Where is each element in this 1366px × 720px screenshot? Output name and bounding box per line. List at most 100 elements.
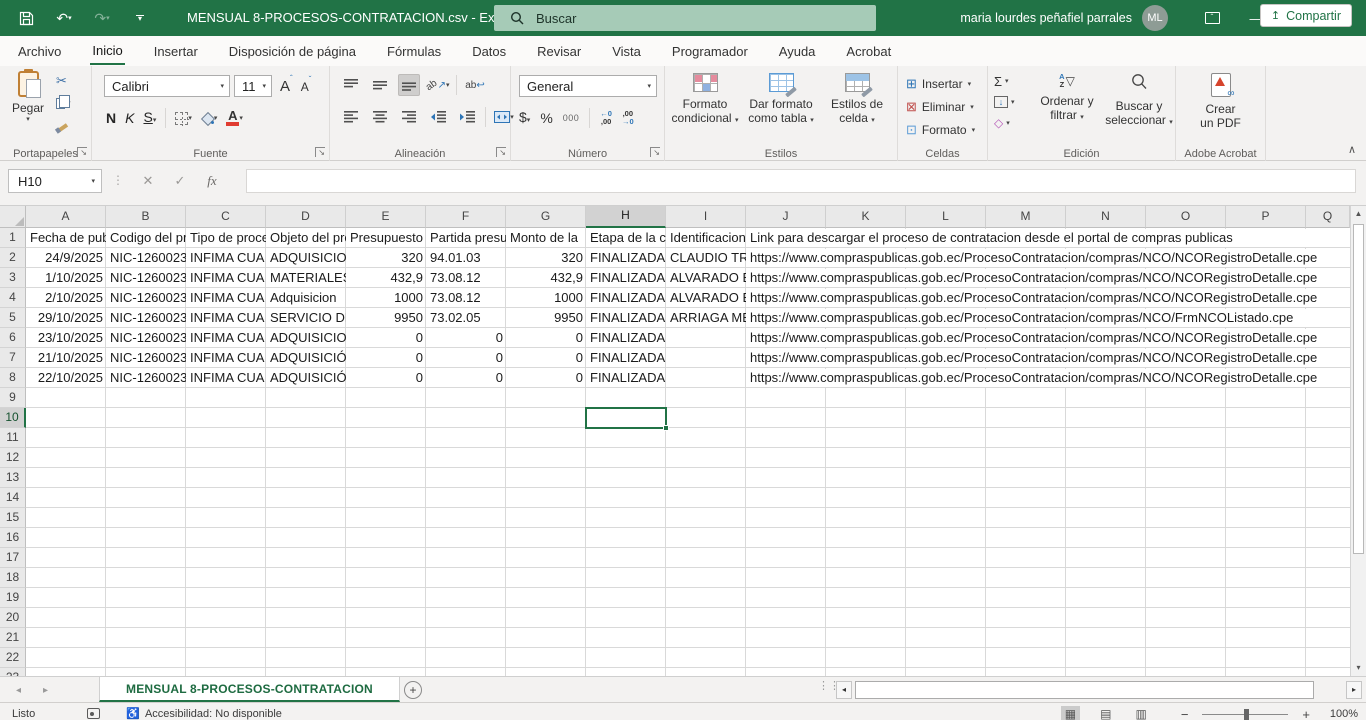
row-header-4[interactable]: 4 — [0, 288, 26, 308]
dialog-launcher-icon[interactable]: ↘ — [315, 147, 325, 157]
row-header-9[interactable]: 9 — [0, 388, 26, 408]
align-right-button[interactable] — [398, 106, 420, 128]
cell-B1[interactable]: Codigo del proceso — [107, 229, 186, 247]
insert-cells-button[interactable]: ⊞Insertar▾ — [898, 72, 987, 95]
zoom-in-button[interactable]: + — [1302, 707, 1310, 720]
cell-D3[interactable]: MATERIALES — [267, 269, 346, 287]
cell-F1[interactable]: Partida presupuestaria — [427, 229, 506, 247]
borders-button[interactable]: ▾ — [175, 112, 192, 125]
cell-J6[interactable]: https://www.compraspublicas.gob.ec/Proce… — [747, 329, 1349, 347]
save-button[interactable] — [16, 8, 36, 28]
tab-programador[interactable]: Programador — [670, 39, 750, 64]
row-header-7[interactable]: 7 — [0, 348, 26, 368]
cell-G8[interactable]: 0 — [507, 369, 586, 387]
find-select-button[interactable]: Buscar y seleccionar ▾ — [1104, 71, 1174, 130]
column-header-K[interactable]: K — [826, 206, 906, 228]
zoom-slider-thumb[interactable] — [1244, 709, 1249, 720]
user-name[interactable]: maria lourdes peñafiel parrales — [960, 11, 1132, 25]
row-header-1[interactable]: 1 — [0, 228, 26, 248]
add-sheet-button[interactable]: + — [404, 681, 422, 699]
cell-B4[interactable]: NIC-1260023 — [107, 289, 186, 307]
cell-D1[interactable]: Objeto del proceso — [267, 229, 346, 247]
cut-button[interactable]: ✂ — [56, 72, 71, 90]
cell-J3[interactable]: https://www.compraspublicas.gob.ec/Proce… — [747, 269, 1349, 287]
row-header-5[interactable]: 5 — [0, 308, 26, 328]
cell-B2[interactable]: NIC-1260023 — [107, 249, 186, 267]
increase-decimal-button[interactable]: ←0,00 — [600, 110, 612, 126]
italic-button[interactable]: K — [125, 110, 134, 126]
fill-handle[interactable] — [663, 425, 669, 431]
view-page-layout-button[interactable]: ▤ — [1096, 706, 1115, 720]
cell-D6[interactable]: ADQUISICION — [267, 329, 346, 347]
cell-A5[interactable]: 29/10/2025 — [27, 309, 106, 327]
cell-D4[interactable]: Adquisicion — [267, 289, 346, 307]
zoom-out-button[interactable]: − — [1181, 707, 1189, 720]
cell-G4[interactable]: 1000 — [507, 289, 586, 307]
cell-E5[interactable]: 9950 — [347, 309, 426, 327]
number-format-select[interactable]: General▾ — [519, 75, 657, 97]
cell-B3[interactable]: NIC-1260023 — [107, 269, 186, 287]
increase-indent-button[interactable] — [456, 106, 478, 128]
row-header-12[interactable]: 12 — [0, 448, 26, 468]
align-middle-button[interactable] — [369, 74, 391, 96]
font-name-select[interactable]: Calibri▾ — [104, 75, 230, 97]
zoom-slider[interactable] — [1202, 714, 1288, 715]
cell-C6[interactable]: INFIMA CUA — [187, 329, 266, 347]
cell-D7[interactable]: ADQUISICIÓN — [267, 349, 346, 367]
dialog-launcher-icon[interactable]: ↘ — [77, 147, 87, 157]
cell-D5[interactable]: SERVICIO DE — [267, 309, 346, 327]
row-header-2[interactable]: 2 — [0, 248, 26, 268]
cell-A4[interactable]: 2/10/2025 — [27, 289, 106, 307]
cell-F2[interactable]: 94.01.03 — [427, 249, 506, 267]
row-header-3[interactable]: 3 — [0, 268, 26, 288]
cell-B8[interactable]: NIC-1260023 — [107, 369, 186, 387]
column-header-P[interactable]: P — [1226, 206, 1306, 228]
vertical-scrollbar[interactable]: ▲ ▾ — [1350, 206, 1366, 676]
cell-H2[interactable]: FINALIZADA — [587, 249, 666, 267]
row-header-17[interactable]: 17 — [0, 548, 26, 568]
enter-formula-button[interactable]: ✓ — [164, 173, 196, 189]
cell-I1[interactable]: Identificacion — [667, 229, 746, 247]
accounting-format-button[interactable]: $▾ — [519, 109, 530, 127]
align-center-button[interactable] — [369, 106, 391, 128]
horizontal-scroll-thumb[interactable] — [855, 681, 1314, 699]
cell-J1[interactable]: Link para descargar el proceso de contra… — [747, 229, 1349, 247]
row-header-19[interactable]: 19 — [0, 588, 26, 608]
sort-filter-button[interactable]: AZ▽ Ordenar y filtrar ▾ — [1032, 71, 1102, 125]
redo-button[interactable]: ↷▾ — [92, 8, 112, 28]
row-header-13[interactable]: 13 — [0, 468, 26, 488]
cell-A8[interactable]: 22/10/2025 — [27, 369, 106, 387]
cell-H5[interactable]: FINALIZADA — [587, 309, 666, 327]
cell-B6[interactable]: NIC-1260023 — [107, 329, 186, 347]
cell-C7[interactable]: INFIMA CUA — [187, 349, 266, 367]
tab-archivo[interactable]: Archivo — [16, 39, 63, 64]
cell-H7[interactable]: FINALIZADA — [587, 349, 666, 367]
cell-F5[interactable]: 73.02.05 — [427, 309, 506, 327]
column-header-G[interactable]: G — [506, 206, 586, 228]
cell-C5[interactable]: INFIMA CUA — [187, 309, 266, 327]
clear-button[interactable]: ◇▾ — [994, 114, 1015, 132]
row-header-10[interactable]: 10 — [0, 408, 26, 428]
align-bottom-button[interactable] — [398, 74, 420, 96]
delete-cells-button[interactable]: ⊠Eliminar▾ — [898, 95, 987, 118]
cell-H6[interactable]: FINALIZADA — [587, 329, 666, 347]
cell-A6[interactable]: 23/10/2025 — [27, 329, 106, 347]
paste-button[interactable]: Pegar ▾ — [4, 71, 52, 123]
cell-E1[interactable]: Presupuesto — [347, 229, 426, 247]
cell-A7[interactable]: 21/10/2025 — [27, 349, 106, 367]
cell-A2[interactable]: 24/9/2025 — [27, 249, 106, 267]
cell-G7[interactable]: 0 — [507, 349, 586, 367]
tab-revisar[interactable]: Revisar — [535, 39, 583, 64]
cell-H3[interactable]: FINALIZADA — [587, 269, 666, 287]
column-header-M[interactable]: M — [986, 206, 1066, 228]
cell-I2[interactable]: CLAUDIO TRU — [667, 249, 746, 267]
decrease-font-button[interactable]: Aˇ — [301, 79, 312, 94]
cell-H4[interactable]: FINALIZADA — [587, 289, 666, 307]
collapse-ribbon-icon[interactable]: ∧ — [1348, 143, 1356, 156]
customize-qat-button[interactable]: ▾ — [130, 8, 150, 28]
scroll-right-icon[interactable]: ▸ — [1346, 681, 1362, 699]
autosum-button[interactable]: Σ▾ — [994, 72, 1015, 90]
cell-E8[interactable]: 0 — [347, 369, 426, 387]
cell-H8[interactable]: FINALIZADA — [587, 369, 666, 387]
cell-E7[interactable]: 0 — [347, 349, 426, 367]
